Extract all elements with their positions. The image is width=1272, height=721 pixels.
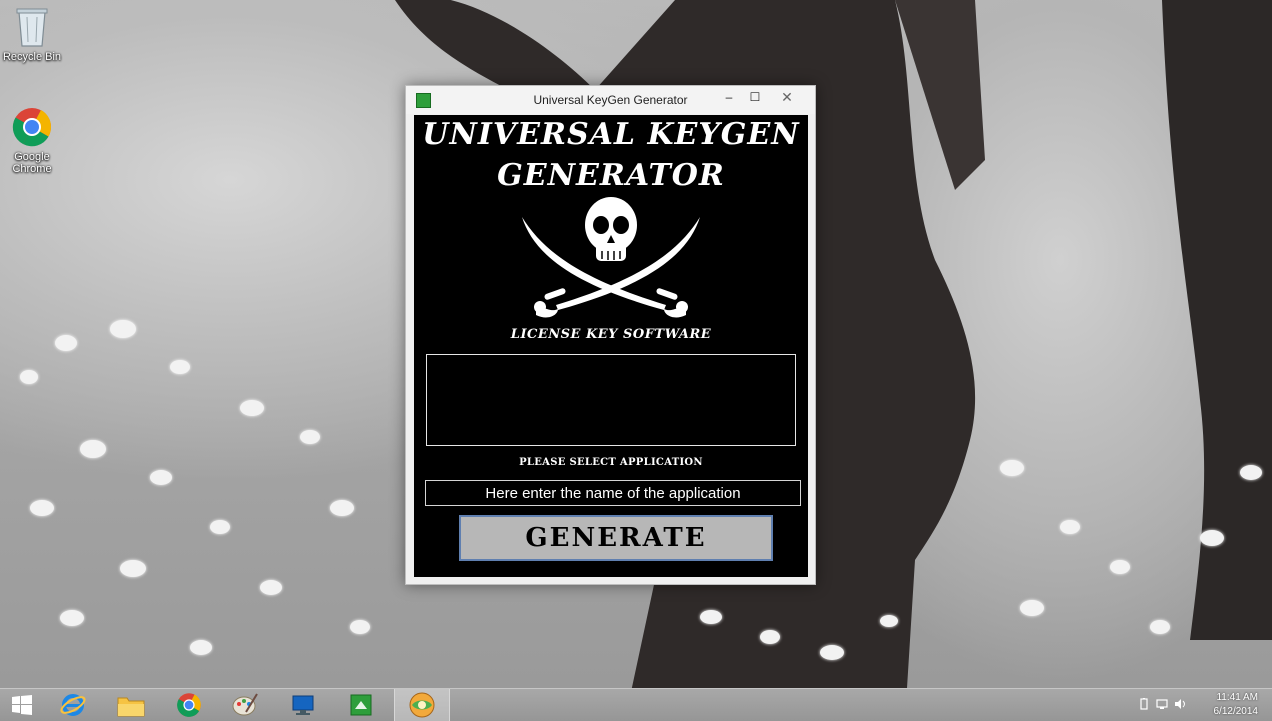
volume-icon[interactable] <box>1174 698 1186 710</box>
flower <box>1060 520 1080 534</box>
flower <box>300 430 320 444</box>
app-heading-line2: GENERATOR <box>497 158 725 193</box>
clock-time: 11:41 AM <box>1216 692 1258 703</box>
flower <box>30 500 54 516</box>
flower <box>55 335 77 351</box>
recycle-bin-icon <box>16 8 48 47</box>
taskbar-remote-desktop[interactable] <box>276 689 330 721</box>
flower <box>210 520 230 534</box>
flower <box>700 610 722 624</box>
taskbar-file-explorer[interactable] <box>104 689 158 721</box>
flower <box>1240 465 1262 480</box>
flower <box>150 470 172 485</box>
taskbar-browser-app[interactable] <box>394 689 450 721</box>
app-heading-line1: UNIVERSAL KEYGEN <box>422 117 800 152</box>
battery-icon[interactable] <box>1138 698 1150 710</box>
taskbar-chrome[interactable] <box>162 689 216 721</box>
application-name-input[interactable] <box>425 480 801 506</box>
network-icon[interactable] <box>1156 698 1168 710</box>
flower <box>1110 560 1130 574</box>
flower <box>80 440 106 458</box>
taskbar-clock[interactable]: 11:41 AM 6/12/2014 <box>1214 691 1259 719</box>
taskbar-paint[interactable] <box>218 689 272 721</box>
close-button[interactable]: ✕ <box>768 88 806 106</box>
browser-app-icon <box>409 692 435 718</box>
start-icon <box>12 695 32 715</box>
window-client-area: UNIVERSAL KEYGEN GENERATOR LICENSE KEY S <box>414 115 808 577</box>
desktop-icon-label: Google Chrome <box>12 151 52 175</box>
maximize-button[interactable]: ☐ <box>742 88 768 106</box>
flower <box>190 640 212 655</box>
flower <box>1150 620 1170 634</box>
file-explorer-icon <box>117 697 145 717</box>
flower <box>170 360 190 374</box>
license-key-output[interactable] <box>426 354 796 446</box>
clock-date: 6/12/2014 <box>1213 706 1259 717</box>
flower <box>820 645 844 660</box>
system-tray: 11:41 AM 6/12/2014 <box>1132 689 1272 721</box>
flower <box>120 560 146 577</box>
minimize-button[interactable]: – <box>716 88 742 106</box>
flower <box>60 610 84 626</box>
chrome-icon <box>12 108 52 147</box>
flower <box>260 580 282 595</box>
remote-desktop-icon <box>292 695 314 715</box>
keygen-app-icon <box>350 694 372 716</box>
flower <box>110 320 136 338</box>
select-application-label: PLEASE SELECT APPLICATION <box>519 457 703 468</box>
taskbar-internet-explorer[interactable] <box>46 689 100 721</box>
flower <box>1020 600 1044 616</box>
chrome-icon <box>177 693 201 717</box>
flower <box>1200 530 1224 546</box>
taskbar: 11:41 AM 6/12/2014 <box>0 688 1272 721</box>
paint-icon <box>232 693 258 716</box>
flower <box>1000 460 1024 476</box>
flower <box>20 370 38 384</box>
flower <box>350 620 370 634</box>
start-button[interactable] <box>0 689 44 721</box>
flower <box>760 630 780 644</box>
desktop-icon-recycle-bin[interactable]: Recycle Bin <box>0 6 64 63</box>
app-subtitle: LICENSE KEY SOFTWARE <box>510 327 712 342</box>
generate-button[interactable]: GENERATE <box>459 515 773 561</box>
desktop-icon-google-chrome[interactable]: Google Chrome <box>0 106 64 175</box>
internet-explorer-icon <box>60 694 86 716</box>
taskbar-keygen-app[interactable] <box>334 689 388 721</box>
flower <box>240 400 264 416</box>
keygen-window: Universal KeyGen Generator – ☐ ✕ UNIVERS… <box>405 85 816 585</box>
flower <box>880 615 898 627</box>
skull-crossed-swords-icon <box>522 197 700 318</box>
flower <box>330 500 354 516</box>
window-titlebar[interactable]: Universal KeyGen Generator – ☐ ✕ <box>406 86 815 114</box>
desktop-icon-label: Recycle Bin <box>2 51 62 63</box>
